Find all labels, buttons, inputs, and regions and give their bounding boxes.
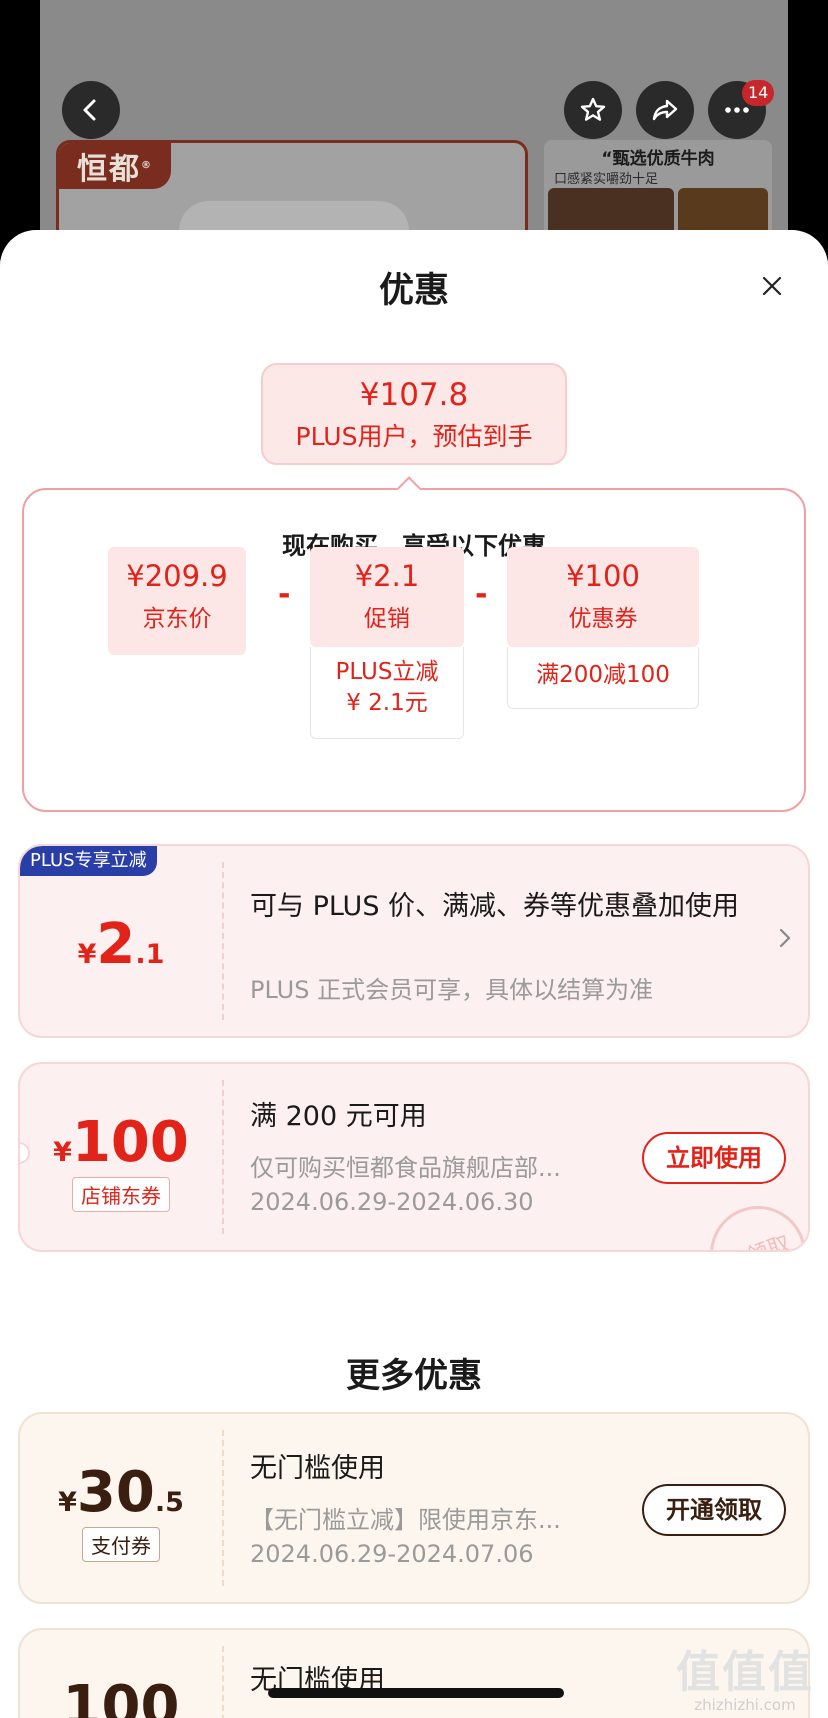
promo-subtitle: 口感紧实嚼劲十足 bbox=[554, 172, 659, 187]
card-divider bbox=[222, 1646, 224, 1718]
promotion-detail-line1: PLUS立减 bbox=[335, 659, 439, 685]
plus-discount-amount: ¥2.1 bbox=[77, 912, 165, 977]
store-coupon-card: ¥100 店铺东券 满 200 元可用 仅可购买恒都食品旗舰店部... 2024… bbox=[18, 1062, 810, 1252]
minus-sign: - bbox=[475, 577, 488, 612]
plus-discount-card[interactable]: PLUS专享立减 ¥2.1 可与 PLUS 价、满减、券等优惠叠加使用 PLUS… bbox=[18, 844, 810, 1038]
close-button[interactable] bbox=[752, 266, 792, 306]
jd-price-chip: ¥209.9 京东价 bbox=[108, 547, 246, 655]
plus-card-desc: PLUS 正式会员可享，具体以结算为准 bbox=[250, 976, 654, 1004]
card-divider bbox=[222, 1430, 224, 1586]
promotion-chip: ¥2.1 促销 bbox=[310, 547, 464, 647]
activate-claim-button[interactable]: 开通领取 bbox=[642, 1484, 786, 1536]
store-coupon-date: 2024.06.29-2024.06.30 bbox=[250, 1188, 534, 1216]
star-icon bbox=[580, 97, 606, 121]
promotion-detail: PLUS立减 ¥ 2.1元 bbox=[310, 647, 464, 739]
back-icon bbox=[83, 99, 96, 121]
favorite-button[interactable] bbox=[564, 81, 622, 139]
pay-coupon-title: 无门槛使用 bbox=[250, 1453, 385, 1484]
pay-coupon-amount: ¥30.5 支付券 bbox=[20, 1460, 222, 1562]
plus-tag: PLUS专享立减 bbox=[20, 846, 157, 876]
home-indicator[interactable] bbox=[268, 1688, 564, 1698]
plus-card-title: 可与 PLUS 价、满减、券等优惠叠加使用 bbox=[250, 891, 740, 922]
coupon-label: 优惠券 bbox=[568, 606, 638, 632]
jd-price-value: ¥209.9 bbox=[126, 559, 228, 593]
pay-coupon-card: ¥30.5 支付券 无门槛使用 【无门槛立减】限使用京东... 2024.06.… bbox=[18, 1412, 810, 1604]
product-page-background: 恒都® “甄选优质牛肉 口感紧实嚼劲十足 14 bbox=[0, 0, 828, 280]
share-button[interactable] bbox=[636, 81, 694, 139]
next-coupon-amount: 100 bbox=[62, 1674, 180, 1718]
pay-coupon-date: 2024.06.29-2024.07.06 bbox=[250, 1540, 534, 1568]
estimated-price-bubble: ¥107.8 PLUS用户，预估到手 bbox=[261, 363, 567, 465]
share-icon bbox=[652, 99, 678, 121]
back-button[interactable] bbox=[62, 81, 120, 139]
promotion-label: 促销 bbox=[364, 606, 410, 632]
chevron-right-icon bbox=[779, 928, 791, 948]
discount-sheet: 优惠 ¥107.8 PLUS用户，预估到手 现在购买，享受以下优惠 ¥209.9… bbox=[0, 230, 828, 1718]
pay-coupon-desc: 【无门槛立减】限使用京东... bbox=[250, 1506, 561, 1534]
jd-price-label: 京东价 bbox=[142, 606, 212, 632]
sheet-title: 优惠 bbox=[378, 271, 449, 311]
close-icon bbox=[762, 276, 782, 296]
brand-logo: 恒都® bbox=[59, 143, 171, 189]
coupon-detail: 满200减100 bbox=[507, 647, 699, 709]
more-offers-title: 更多优惠 bbox=[346, 1356, 482, 1396]
watermark-logo: 值值值 bbox=[676, 1647, 814, 1698]
store-coupon-tag: 店铺东券 bbox=[72, 1177, 170, 1212]
card-divider bbox=[222, 1080, 224, 1234]
coupon-value: ¥100 bbox=[566, 559, 640, 593]
estimated-price: ¥107.8 bbox=[359, 377, 469, 413]
minus-sign: - bbox=[278, 577, 291, 612]
use-now-button[interactable]: 立即使用 bbox=[642, 1132, 786, 1184]
estimated-price-label: PLUS用户，预估到手 bbox=[295, 422, 533, 451]
card-divider bbox=[222, 862, 224, 1020]
promotion-value: ¥2.1 bbox=[354, 559, 420, 593]
pay-coupon-tag: 支付券 bbox=[82, 1527, 160, 1562]
store-coupon-title: 满 200 元可用 bbox=[250, 1101, 427, 1132]
claimed-stamp: 已领取 bbox=[696, 1192, 808, 1250]
coupon-chip: ¥100 优惠券 bbox=[507, 547, 699, 647]
site-watermark: 值值值 zhizhizhi.com bbox=[670, 1636, 820, 1714]
promo-title: “甄选优质牛肉 bbox=[601, 149, 715, 169]
store-coupon-desc: 仅可购买恒都食品旗舰店部... bbox=[250, 1154, 561, 1182]
notification-badge: 14 bbox=[742, 80, 775, 106]
promotion-detail-line2: ¥ 2.1元 bbox=[346, 690, 428, 716]
store-coupon-amount: ¥100 店铺东券 bbox=[20, 1110, 222, 1212]
